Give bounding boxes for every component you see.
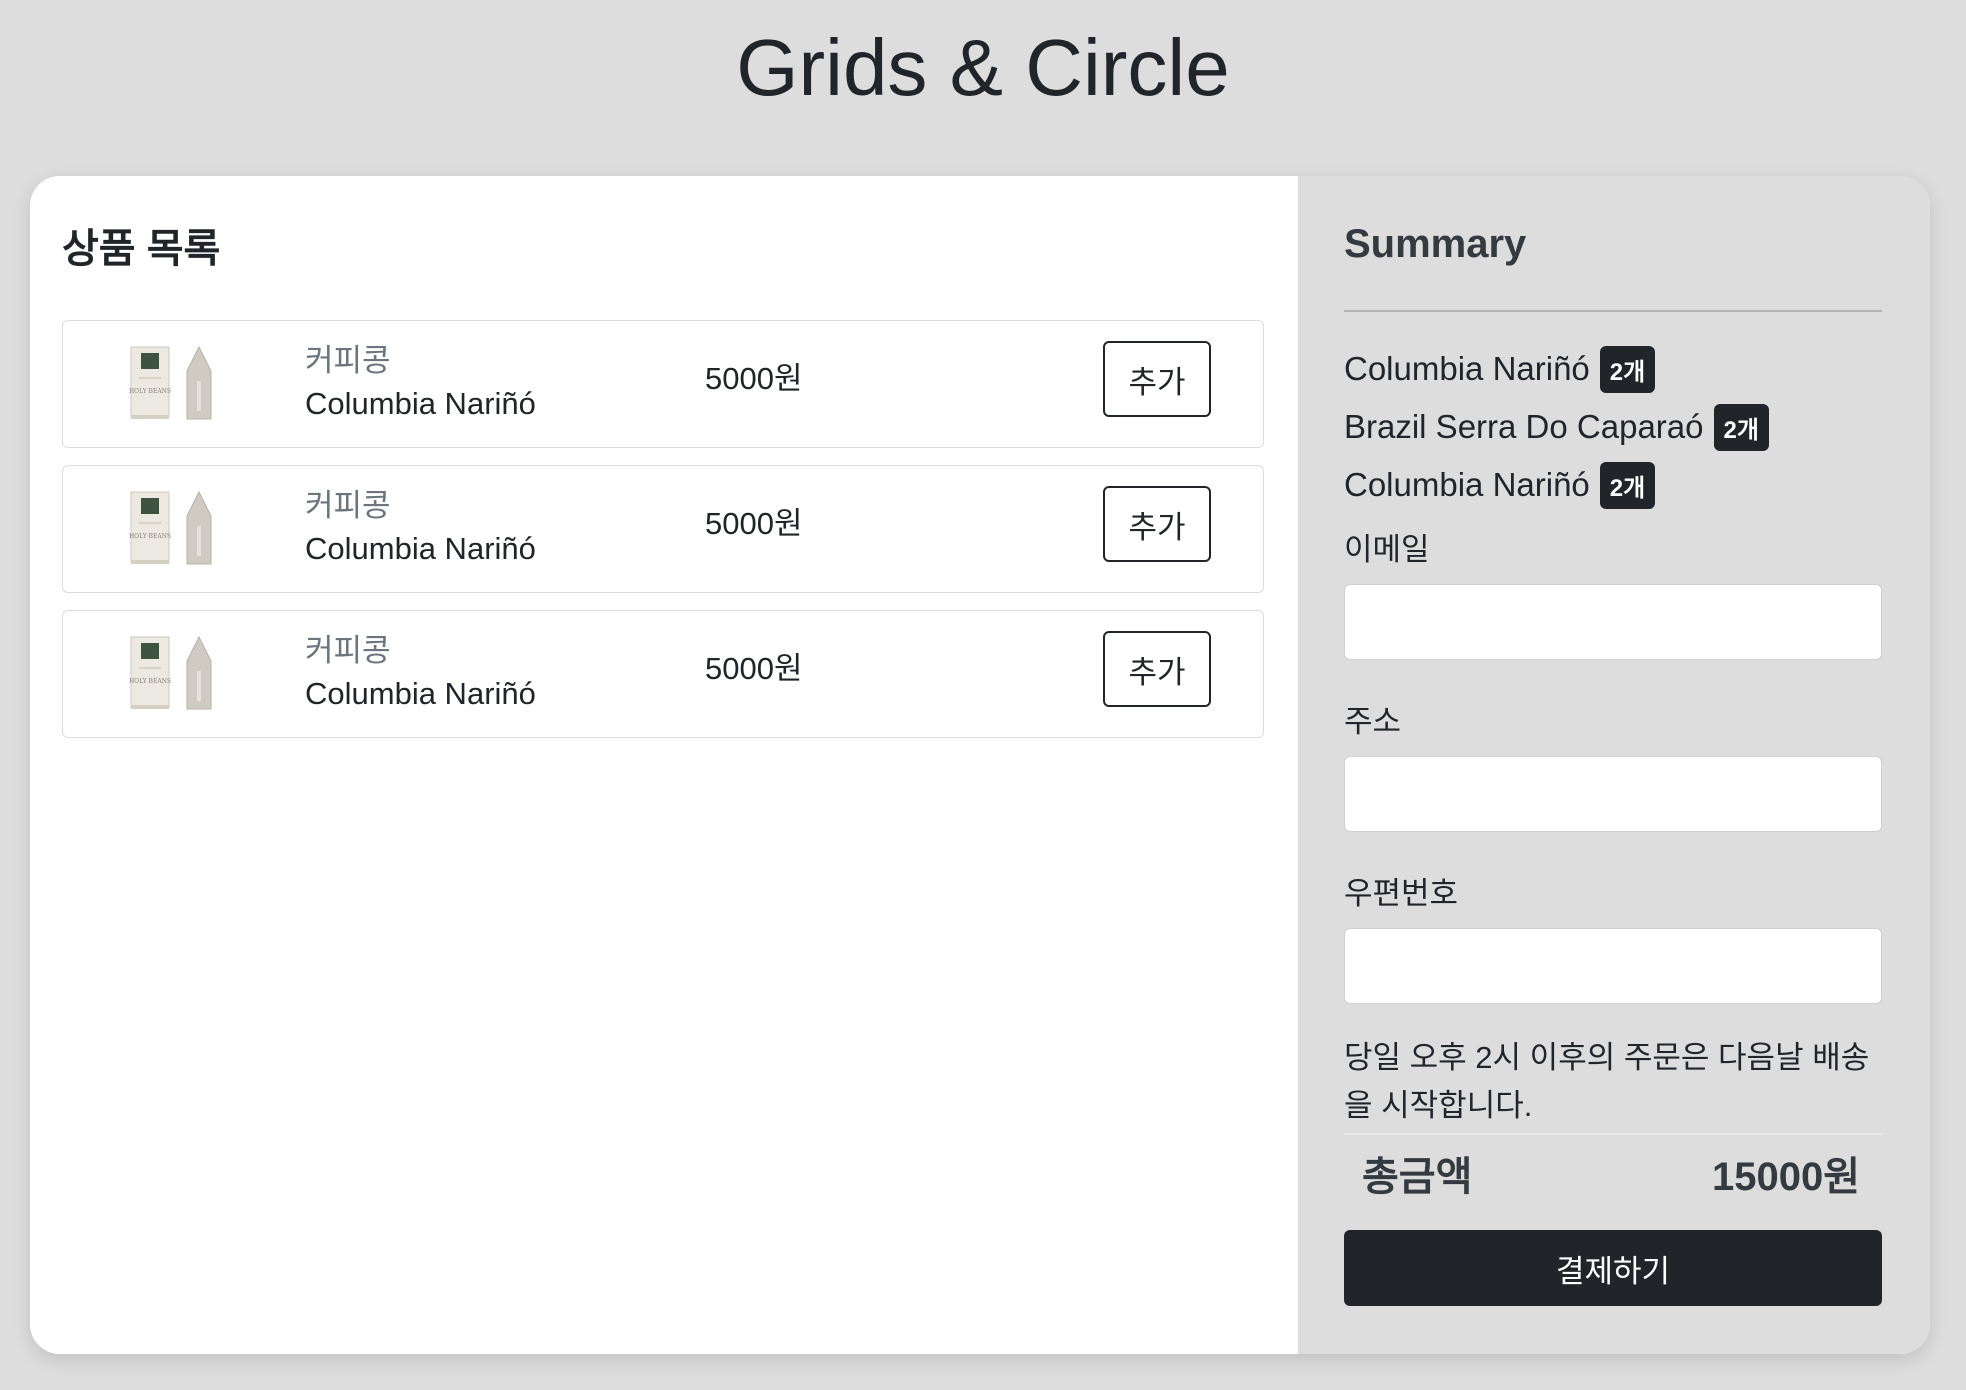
svg-text:HOLY BEANS: HOLY BEANS: [129, 678, 171, 685]
total-amount: 15000원: [1711, 1155, 1860, 1199]
summary-list: Columbia Nariñó 2개 Brazil Serra Do Capar…: [1344, 340, 1769, 514]
total-divider: [1344, 1133, 1882, 1135]
summary-item-name: Brazil Serra Do Caparaó: [1344, 408, 1704, 445]
product-category: 커피콩: [305, 633, 391, 668]
product-text: 커피콩 Columbia Nariñó: [305, 631, 536, 717]
total-label: 총금액: [1362, 1155, 1473, 1199]
product-text: 커피콩 Columbia Nariñó: [305, 486, 536, 572]
email-label: 이메일: [1344, 532, 1430, 567]
order-card: 상품 목록 HOLY BEANS 커피콩 Columbia Nariñó 500: [30, 176, 1930, 1354]
coffee-bag-icon: HOLY BEANS: [129, 345, 212, 420]
zip-code-field[interactable]: [1344, 928, 1882, 1004]
add-to-cart-button[interactable]: 추가: [1103, 341, 1211, 417]
checkout-button[interactable]: 결제하기: [1344, 1230, 1882, 1306]
product-list: HOLY BEANS 커피콩 Columbia Nariñó 5000원 추가: [62, 320, 1264, 755]
page-title: Grids & Circle: [736, 23, 1230, 112]
quantity-badge: 2개: [1599, 345, 1656, 393]
product-category: 커피콩: [305, 488, 391, 523]
product-text: 커피콩 Columbia Nariñó: [305, 341, 536, 427]
summary-item-name: Columbia Nariñó: [1344, 466, 1590, 503]
summary-item: Columbia Nariñó 2개: [1344, 340, 1769, 398]
product-row: HOLY BEANS 커피콩 Columbia Nariñó 5000원 추가: [62, 610, 1264, 738]
svg-text:HOLY BEANS: HOLY BEANS: [129, 533, 171, 540]
summary-item: Brazil Serra Do Caparaó 2개: [1344, 398, 1769, 456]
quantity-badge: 2개: [1599, 461, 1656, 509]
product-category: 커피콩: [305, 343, 391, 378]
address-label: 주소: [1344, 704, 1402, 739]
product-row: HOLY BEANS 커피콩 Columbia Nariñó 5000원 추가: [62, 320, 1264, 448]
email-field[interactable]: [1344, 584, 1882, 660]
summary-item: Columbia Nariñó 2개: [1344, 456, 1769, 514]
product-price: 5000원: [705, 506, 803, 541]
address-field[interactable]: [1344, 756, 1882, 832]
quantity-badge: 2개: [1713, 403, 1769, 451]
product-list-panel: 상품 목록 HOLY BEANS 커피콩 Columbia Nariñó 500: [30, 176, 1298, 1354]
add-to-cart-button[interactable]: 추가: [1103, 631, 1211, 707]
delivery-notice: 당일 오후 2시 이후의 주문은 다음날 배송을 시작합니다.: [1344, 1040, 1870, 1123]
zip-code-label: 우편번호: [1344, 876, 1459, 911]
product-name: Columbia Nariñó: [305, 531, 536, 566]
product-price: 5000원: [705, 361, 803, 396]
summary-item-name: Columbia Nariñó: [1344, 350, 1590, 387]
product-price: 5000원: [705, 651, 803, 686]
product-name: Columbia Nariñó: [305, 386, 536, 421]
product-list-heading: 상품 목록: [62, 227, 221, 271]
product-row: HOLY BEANS 커피콩 Columbia Nariñó 5000원 추가: [62, 465, 1264, 593]
summary-panel: Summary Columbia Nariñó 2개 Brazil Serra …: [1298, 176, 1930, 1354]
coffee-bag-icon: HOLY BEANS: [129, 490, 212, 565]
svg-text:HOLY BEANS: HOLY BEANS: [129, 388, 171, 395]
summary-heading: Summary: [1344, 222, 1527, 266]
product-name: Columbia Nariñó: [305, 676, 536, 711]
add-to-cart-button[interactable]: 추가: [1103, 486, 1211, 562]
coffee-bag-icon: HOLY BEANS: [129, 635, 212, 710]
summary-divider: [1344, 310, 1882, 312]
